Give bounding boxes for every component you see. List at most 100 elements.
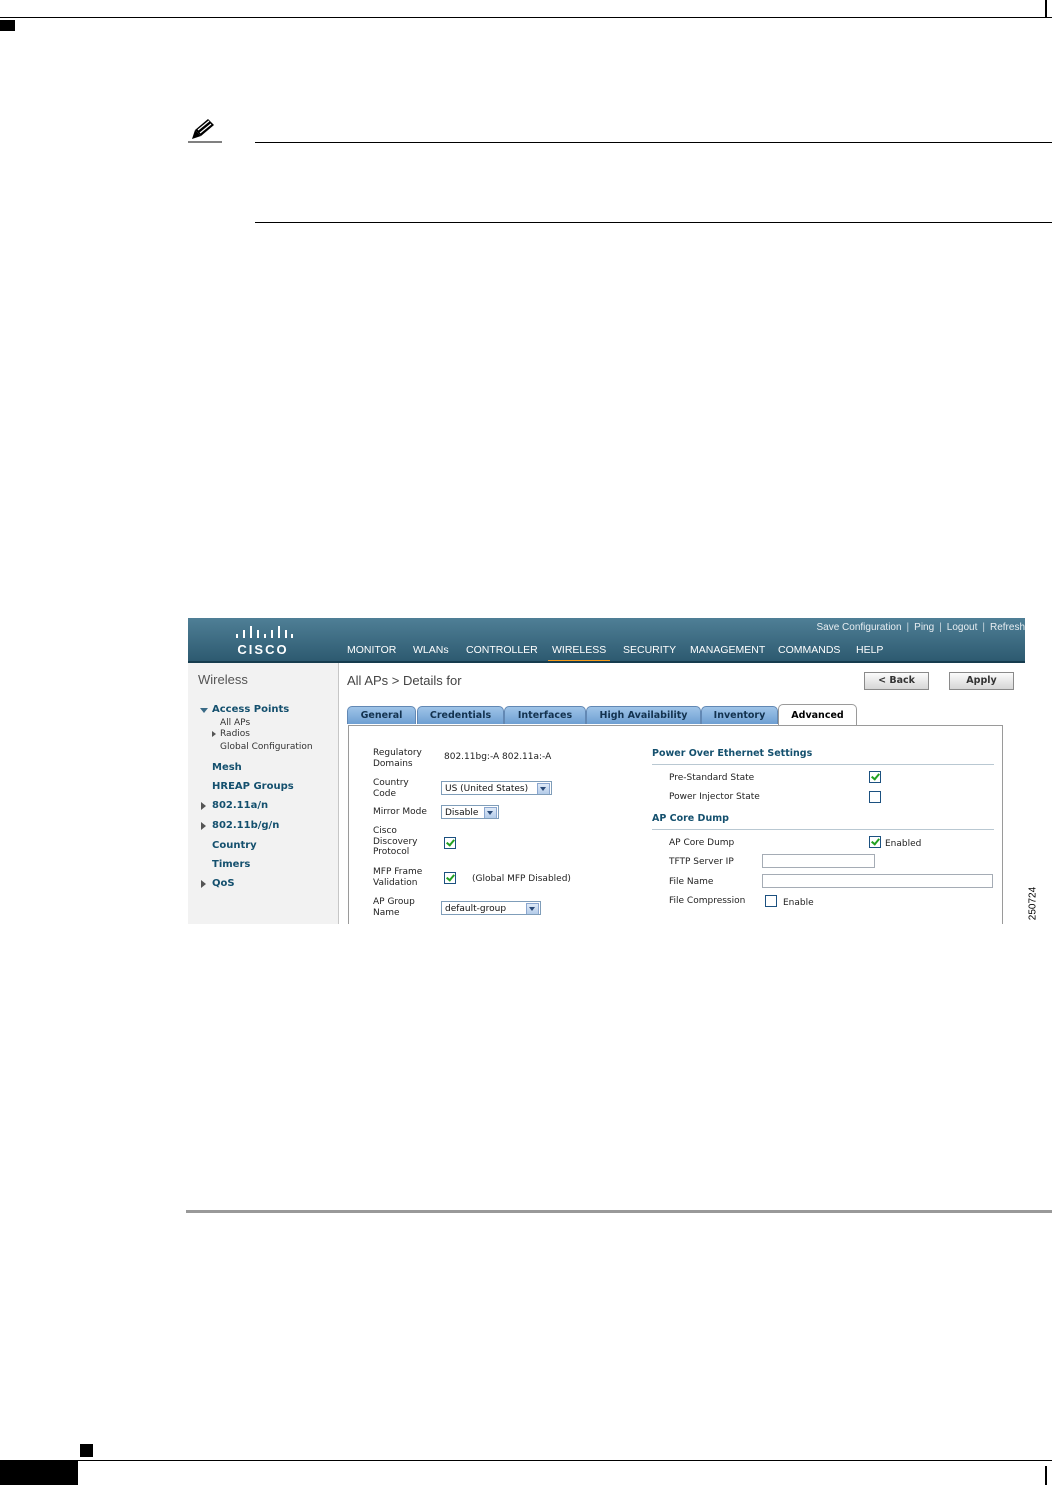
sidebar-item-hreap-groups[interactable]: HREAP Groups — [212, 781, 294, 792]
expanded-arrow-icon — [200, 708, 208, 713]
cisco-logo: CISCO — [230, 625, 296, 657]
label-line: Discovery — [373, 836, 418, 847]
sidebar-item-radios[interactable]: Radios — [220, 729, 250, 739]
country-code-value: US (United States) — [445, 784, 529, 794]
procedure-end-rule — [186, 1210, 1052, 1213]
tab-general[interactable]: General — [347, 706, 416, 724]
menu-monitor[interactable]: MONITOR — [343, 644, 400, 660]
header-rule — [0, 17, 1052, 18]
sidebar-item-80211an[interactable]: 802.11a/n — [212, 800, 268, 811]
separator: | — [939, 622, 942, 633]
tab-high-availability[interactable]: High Availability — [586, 706, 701, 724]
mirror-mode-label: Mirror Mode — [373, 807, 427, 817]
mirror-mode-select[interactable]: Disable — [441, 805, 499, 819]
sidebar-item-all-aps[interactable]: All APs — [220, 718, 250, 728]
footer-page-block — [0, 1461, 78, 1485]
tab-interfaces[interactable]: Interfaces — [504, 706, 586, 724]
dropdown-arrow-icon — [484, 807, 497, 818]
cisco-bars-icon — [236, 626, 293, 638]
mirror-mode-value: Disable — [445, 808, 479, 818]
ap-group-name-label: AP Group Name — [373, 897, 415, 918]
footer-tick — [1045, 1466, 1047, 1485]
ap-core-dump-checkbox[interactable] — [869, 836, 881, 848]
separator: | — [982, 622, 985, 633]
sidebar-item-country[interactable]: Country — [212, 840, 257, 851]
cisco-discovery-protocol-label: Cisco Discovery Protocol — [373, 826, 417, 858]
sidebar: Wireless Access Points All APs Radios Gl… — [188, 663, 339, 924]
back-button[interactable]: < Back — [864, 672, 929, 690]
sidebar-item-global-configuration[interactable]: Global Configuration — [220, 742, 313, 752]
page-title: All APs > Details for — [347, 673, 462, 688]
sidebar-item-access-points[interactable]: Access Points — [212, 704, 289, 715]
file-name-label: File Name — [669, 877, 714, 887]
collapsed-arrow-icon — [201, 880, 206, 888]
collapsed-arrow-icon — [212, 731, 216, 737]
tab-advanced[interactable]: Advanced — [778, 704, 857, 725]
tftp-server-ip-label: TFTP Server IP — [669, 857, 734, 867]
sidebar-item-mesh[interactable]: Mesh — [212, 762, 242, 773]
note-rule-bottom — [255, 222, 1052, 223]
label-line: Code — [373, 788, 397, 799]
power-injector-checkbox[interactable] — [869, 791, 881, 803]
save-configuration-link[interactable]: Save Configuration — [816, 622, 901, 633]
menu-controller[interactable]: CONTROLLER — [462, 644, 542, 660]
menu-help[interactable]: HELP — [852, 644, 887, 660]
top-header: CISCO Save Configuration | Ping | Logout | Ref… — [188, 618, 1025, 663]
ap-core-dump-heading: AP Core Dump — [652, 813, 729, 824]
global-mfp-note: (Global MFP Disabled) — [472, 874, 571, 884]
ap-core-dump-label: AP Core Dump — [669, 838, 735, 848]
menu-commands[interactable]: COMMANDS — [774, 644, 844, 660]
ping-link[interactable]: Ping — [914, 622, 934, 633]
regulatory-domains-value: 802.11bg:-A 802.11a:-A — [444, 752, 552, 762]
tab-inventory[interactable]: Inventory — [701, 706, 778, 724]
power-injector-state-label: Power Injector State — [669, 792, 760, 802]
poe-settings-heading: Power Over Ethernet Settings — [652, 748, 813, 759]
sidebar-item-80211bgn[interactable]: 802.11b/g/n — [212, 820, 279, 831]
collapsed-arrow-icon — [201, 822, 206, 830]
section-rule — [652, 829, 994, 830]
file-compression-label: File Compression — [669, 896, 746, 906]
ap-core-dump-enabled-label: Enabled — [885, 839, 922, 849]
note-pencil-icon — [186, 116, 224, 144]
figure-id: 250724 — [1018, 880, 1048, 930]
country-code-label: Country Code — [373, 778, 409, 799]
label-line: AP Group — [373, 897, 415, 907]
country-code-select[interactable]: US (United States) — [441, 781, 552, 795]
collapsed-arrow-icon — [201, 802, 206, 810]
label-line: Name — [373, 907, 400, 918]
footer-rule — [0, 1460, 1052, 1461]
dropdown-arrow-icon — [537, 783, 550, 794]
sidebar-item-qos[interactable]: QoS — [212, 878, 235, 889]
sidebar-title: Wireless — [198, 672, 248, 687]
sidebar-item-timers[interactable]: Timers — [212, 859, 250, 870]
file-compression-enable-label: Enable — [783, 898, 814, 908]
label-line: Domains — [373, 758, 413, 769]
file-name-input[interactable] — [762, 874, 993, 888]
ap-group-value: default-group — [445, 904, 507, 914]
mfp-frame-validation-label: MFP Frame Validation — [373, 867, 422, 888]
tftp-server-ip-input[interactable] — [762, 854, 875, 868]
note-rule-top — [255, 142, 1052, 143]
ap-group-select[interactable]: default-group — [441, 901, 541, 915]
pre-standard-state-label: Pre-Standard State — [669, 773, 755, 783]
mfp-validation-checkbox[interactable] — [444, 872, 456, 884]
menu-management[interactable]: MANAGEMENT — [686, 644, 769, 660]
menu-wlans[interactable]: WLANs — [409, 644, 453, 660]
tab-credentials[interactable]: Credentials — [417, 706, 504, 724]
apply-button[interactable]: Apply — [949, 672, 1014, 690]
label-line: Protocol — [373, 847, 410, 857]
cdp-checkbox[interactable] — [444, 837, 456, 849]
file-compression-checkbox[interactable] — [765, 895, 777, 907]
menu-security[interactable]: SECURITY — [619, 644, 680, 660]
controller-screenshot: CISCO Save Configuration | Ping | Logout | Ref… — [188, 618, 1025, 924]
logout-link[interactable]: Logout — [947, 622, 978, 633]
cisco-wordmark: CISCO — [237, 642, 289, 657]
label-line: Cisco — [373, 826, 397, 836]
regulatory-domains-label: Regulatory Domains — [373, 748, 422, 769]
refresh-link[interactable]: Refresh — [990, 622, 1025, 633]
label-line: Validation — [373, 877, 418, 888]
utility-links: Save Configuration | Ping | Logout | Refresh — [816, 622, 1025, 633]
figure-number: 250724 — [1027, 886, 1039, 921]
label-line: MFP Frame — [373, 867, 423, 877]
pre-standard-checkbox[interactable] — [869, 771, 881, 783]
